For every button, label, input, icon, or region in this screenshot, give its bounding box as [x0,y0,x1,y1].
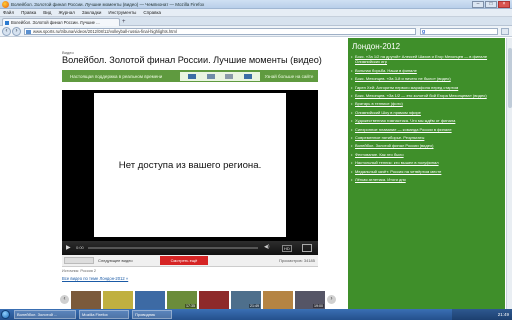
thumbnail[interactable] [135,290,165,309]
menu-history[interactable]: Журнал [58,10,74,15]
sidebar-news-item[interactable]: Фехтование. Как это было [351,152,501,158]
thumbnail[interactable]: 21:49 [231,290,261,309]
related-video-link[interactable]: Следующее видео [98,258,133,263]
player-controls: ▶ 0:00 ◀) HD [62,241,318,255]
vertical-scrollbar[interactable] [506,38,512,309]
forward-button[interactable]: › [12,27,21,36]
favicon-icon [5,20,9,25]
time-display: 0:00 [76,245,84,250]
menu-help[interactable]: Справка [143,10,161,15]
hd-button[interactable]: HD [282,245,292,252]
menu-bookmarks[interactable]: Закладки [82,10,101,15]
promo-image [188,73,197,79]
thumbnail[interactable] [199,290,229,309]
chevron-right-icon[interactable]: › [327,295,336,304]
sidebar-news-item[interactable]: Вратарь в теннисе (фото) [351,101,501,107]
thumbnail[interactable]: 19:00 [295,290,325,309]
url-bar[interactable]: www.sports.ru/tribuna/videos/2012/08/12/… [24,28,416,35]
sidebar-news-item[interactable]: Олимпийский Шоу в прямом эфире [351,110,501,116]
taskbar-item[interactable]: Проводник [132,310,172,319]
window-title: Волейбол. Золотой финал России. Лучшие м… [11,2,205,7]
thumbnail[interactable] [263,290,293,309]
all-videos-link[interactable]: Все видео по теме Лондон-2012 » [62,276,128,281]
menu-file[interactable]: Файл [3,10,14,15]
thumbnail[interactable]: 17:35 [167,290,197,309]
site-identity-icon[interactable] [26,30,31,34]
promo-image [206,73,215,79]
sidebar-news-item[interactable]: Вольная борьба. Наши в финале [351,68,501,74]
google-icon: g [422,29,426,35]
video-screen[interactable]: Нет доступа из вашего региона. [94,93,286,237]
search-input[interactable]: g [420,28,498,35]
page-title: Волейбол. Золотой финал России. Лучшие м… [62,55,322,65]
tab-bar: Волейбол. Золотой финал России. Лучшие .… [0,17,512,26]
taskbar: Волейбол. Золотой ... Mozilla Firefox Пр… [0,309,512,320]
sidebar-news-item[interactable]: Синхронное плавание — команда России в ф… [351,127,501,133]
promo-left-text: Настоящая поддержка в реальном времени [70,73,163,79]
olympics-sidebar: Лондон-2012 Бокс. «За 1/2 на другой» Але… [348,38,505,309]
watch-more-button[interactable]: Смотреть ещё [160,256,208,265]
menu-tools[interactable]: Инструменты [108,10,136,15]
video-player[interactable]: Нет доступа из вашего региона. ▶ 0:00 ◀)… [62,90,318,255]
menu-bar: Файл Правка Вид Журнал Закладки Инструме… [0,9,512,17]
tab-label: Волейбол. Золотой финал России. Лучшие .… [11,20,100,25]
promo-right-text: Узнай больше на сайте [264,73,314,79]
play-icon[interactable]: ▶ [66,245,72,251]
menu-edit[interactable]: Правка [21,10,36,15]
region-block-message: Нет доступа из вашего региона. [118,159,262,171]
taskbar-item[interactable]: Волейбол. Золотой ... [14,310,76,319]
sidebar-title: Лондон-2012 [352,42,401,51]
sidebar-news-item[interactable]: Бокс. Мехонцев. «За 3-й и ничего не было… [351,76,501,82]
sidebar-news-list: Бокс. «За 1/2 на другой» Алексей Шахов и… [351,54,501,186]
promo-image [243,73,252,79]
sidebar-news-item[interactable]: Лёгкая атлетика. Итоги дня [351,177,501,183]
promo-images [180,71,260,81]
share-button[interactable] [64,257,94,264]
home-button[interactable] [501,28,509,35]
sidebar-news-item[interactable]: Волейбол. Золотой финал России (видео) [351,143,501,149]
title-bar: Волейбол. Золотой финал России. Лучшие м… [0,0,512,9]
back-button[interactable]: ‹ [2,27,11,36]
menu-view[interactable]: Вид [43,10,51,15]
source-note: Источник: Россия 2 [62,269,96,273]
progress-bar[interactable] [88,247,258,249]
sidebar-news-item[interactable]: Медальный зачёт: Россия на четвёртом мес… [351,169,501,175]
sidebar-news-item[interactable]: Современное пятиборье. Результаты [351,135,501,141]
sidebar-news-item[interactable]: Бокс. Мехонцев. «За 1/2 — это золотой бо… [351,93,501,99]
volume-icon[interactable]: ◀) [264,244,278,251]
video-thumbnails: ‹ 17:35 21:49 19:00 › [60,290,348,309]
thumbnail[interactable] [103,290,133,309]
close-button[interactable]: × [498,1,510,8]
scrollbar-thumb[interactable] [508,48,512,108]
thumbnail[interactable] [71,290,101,309]
system-tray-clock: 21:49 [452,309,512,320]
fullscreen-icon[interactable] [302,244,312,252]
minimize-button[interactable]: – [472,1,484,8]
sidebar-news-item[interactable]: Художественная гимнастика. Что мы ждём о… [351,118,501,124]
page-viewport: Видео Волейбол. Золотой финал России. Лу… [0,38,512,309]
main-content: Видео Волейбол. Золотой финал России. Лу… [60,38,346,309]
sidebar-news-item[interactable]: Бокс. «За 1/2 на другой» Алексей Шахов и… [351,54,501,65]
sidebar-news-item[interactable]: Настольный теннис: кто вышел в полуфинал [351,160,501,166]
url-text: www.sports.ru/tribuna/videos/2012/08/12/… [33,29,177,34]
taskbar-item[interactable]: Mozilla Firefox [79,310,129,319]
sidebar-news-item[interactable]: Гарен Хей: Алгоритм первого марафона пер… [351,85,501,91]
promo-image [225,73,234,79]
player-info-bar: Следующее видео Смотреть ещё Просмотров:… [62,255,318,267]
maximize-button[interactable]: □ [485,1,497,8]
promo-banner[interactable]: Настоящая поддержка в реальном времени У… [62,70,318,82]
new-tab-button[interactable]: + [122,19,129,25]
firefox-logo-icon [2,1,9,8]
start-button[interactable] [1,310,10,319]
chevron-left-icon[interactable]: ‹ [60,295,69,304]
view-count: Просмотров: 34185 [279,258,315,263]
window-controls: – □ × [472,1,510,8]
tab-active[interactable]: Волейбол. Золотой финал России. Лучшие .… [2,18,120,26]
navigation-bar: ‹ › www.sports.ru/tribuna/videos/2012/08… [0,26,512,37]
